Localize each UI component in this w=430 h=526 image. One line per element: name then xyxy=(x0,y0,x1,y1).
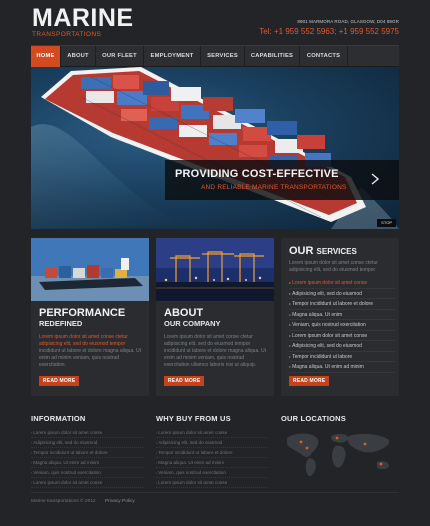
services-heading-services: SERVICES xyxy=(316,247,357,256)
why-buy-link[interactable]: Adipisicing elit, sed do eiusmod xyxy=(156,438,268,448)
nav-our-fleet[interactable]: OUR FLEET xyxy=(96,46,144,67)
hero-caption: PROVIDING COST-EFFECTIVE AND RELIABLE MA… xyxy=(165,160,399,200)
services-list-item[interactable]: Magna aliqua. Ut enim ad minim xyxy=(289,362,395,373)
phone-numbers: Tel: +1 959 552 5963; +1 959 552 5975 xyxy=(259,27,399,36)
services-list-item[interactable]: Adipisicing elit, sed do eiusmod xyxy=(289,289,395,299)
performance-text-body: incididunt ut labore et dolore magna ali… xyxy=(39,348,142,368)
read-more-button[interactable]: READ MORE xyxy=(39,376,80,386)
nav-about[interactable]: ABOUT xyxy=(61,46,96,67)
why-buy-link[interactable]: Tempor incididunt ut labore et dolore xyxy=(156,448,268,458)
slider-stop-button[interactable]: STOP xyxy=(377,219,396,227)
information-link[interactable]: Veniam, quis nostrud exercitation xyxy=(31,468,143,478)
performance-subheading: REDEFINED xyxy=(39,319,83,328)
services-intro: Lorem ipsum dolor sit amet conse ctetur … xyxy=(289,260,378,273)
about-heading: ABOUT xyxy=(164,307,204,319)
information-link[interactable]: Tempor incididunt ut labore et dolore xyxy=(31,448,143,458)
why-buy-link[interactable]: Veniam, quis nostrud exercitation xyxy=(156,468,268,478)
about-subheading: OUR COMPANY xyxy=(164,319,221,328)
world-map-image xyxy=(287,433,390,477)
copyright: Marine transportations © 2012 Privacy Po… xyxy=(31,499,135,504)
services-panel: OUR SERVICES Lorem ipsum dolor sit amet … xyxy=(281,238,399,396)
information-link[interactable]: Lorem ipsum dolor sit amet conse xyxy=(31,478,143,488)
phone-2: +1 959 552 5975 xyxy=(338,27,399,36)
information-list: Lorem ipsum dolor sit amet conse Adipisi… xyxy=(31,428,143,488)
read-more-button[interactable]: READ MORE xyxy=(164,376,205,386)
information-heading: INFORMATION xyxy=(31,414,86,423)
information-link[interactable]: Magna aliqua. Ut enim ad minim xyxy=(31,458,143,468)
logo-title[interactable]: MARINE xyxy=(32,4,134,32)
services-list-item[interactable]: Magna aliqua. Ut enim xyxy=(289,310,395,320)
performance-heading: PERFORMANCE xyxy=(39,307,126,319)
why-buy-link[interactable]: Lorem ipsum dolor sit amet conse xyxy=(156,428,268,438)
cargo-ship-thumbnail xyxy=(31,238,149,301)
port-cranes-thumbnail xyxy=(156,238,274,301)
hero-headline: PROVIDING COST-EFFECTIVE xyxy=(175,168,339,180)
hero-slider[interactable]: PROVIDING COST-EFFECTIVE AND RELIABLE MA… xyxy=(31,67,399,229)
about-panel: ABOUT OUR COMPANY Lorem ipsum dolor sit … xyxy=(156,238,274,396)
copyright-text: Marine transportations © 2012 xyxy=(31,499,96,504)
services-list-item[interactable]: Tempor incididunt ut labore et dolore xyxy=(289,299,395,310)
services-list-item[interactable]: Lorem ipsum dolor sit amet conse xyxy=(289,278,395,289)
page: MARINE TRANSPORTATIONS 8901 MARMORA ROAD… xyxy=(0,0,430,526)
logo-subtitle: TRANSPORTATIONS xyxy=(32,31,102,38)
performance-text: Lorem ipsum dolor sit amet conse ctetur … xyxy=(39,334,143,369)
nav-home[interactable]: HOME xyxy=(31,46,61,67)
information-link[interactable]: Lorem ipsum dolor sit amet conse xyxy=(31,428,143,438)
services-list-item[interactable]: Adipisicing elit, sed do eiusmod xyxy=(289,341,395,352)
services-list-item[interactable]: Tempor incididunt ut labore xyxy=(289,352,395,362)
services-list-item[interactable]: Lorem ipsum dolor sit amet conse xyxy=(289,331,395,341)
why-buy-list: Lorem ipsum dolor sit amet conse Adipisi… xyxy=(156,428,268,488)
locations-heading: OUR LOCATIONS xyxy=(281,414,346,423)
services-list: Lorem ipsum dolor sit amet conse Adipisi… xyxy=(289,278,395,373)
footer-divider xyxy=(31,492,399,493)
why-buy-link[interactable]: Magna aliqua. Ut enim ad minim xyxy=(156,458,268,468)
services-heading-our: OUR xyxy=(289,245,314,257)
hero-ship-image xyxy=(31,67,399,229)
chevron-right-icon[interactable] xyxy=(371,173,379,185)
address: 8901 MARMORA ROAD, GLASGOW, D04 89GR xyxy=(297,19,399,24)
phone-label: Tel: xyxy=(259,27,272,36)
main-nav: HOME ABOUT OUR FLEET EMPLOYMENT SERVICES… xyxy=(31,45,399,67)
services-heading: OUR SERVICES xyxy=(289,245,357,257)
nav-employment[interactable]: EMPLOYMENT xyxy=(144,46,201,67)
phone-1: +1 959 552 5963; xyxy=(273,27,337,36)
nav-capabilities[interactable]: CAPABILITIES xyxy=(245,46,300,67)
why-buy-link[interactable]: Lorem ipsum dolor sit amet conse xyxy=(156,478,268,488)
why-buy-heading: WHY BUY FROM US xyxy=(156,414,231,423)
performance-panel: PERFORMANCE REDEFINED Lorem ipsum dolor … xyxy=(31,238,149,396)
privacy-policy-link[interactable]: Privacy Policy xyxy=(105,499,135,504)
read-more-button[interactable]: READ MORE xyxy=(289,376,330,386)
services-list-item[interactable]: Veniam, quis nostrud exercitation xyxy=(289,320,395,331)
hero-subheadline: AND RELIABLE MARINE TRANSPORTATIONS xyxy=(201,184,347,191)
about-text: Lorem ipsum dolor sit amet conse ctetur … xyxy=(164,334,267,368)
performance-text-highlight: Lorem ipsum dolor sit amet conse ctetur … xyxy=(39,334,128,347)
information-link[interactable]: Adipisicing elit, sed do eiusmod xyxy=(31,438,143,448)
nav-contacts[interactable]: CONTACTS xyxy=(300,46,348,67)
nav-services[interactable]: SERVICES xyxy=(201,46,245,67)
